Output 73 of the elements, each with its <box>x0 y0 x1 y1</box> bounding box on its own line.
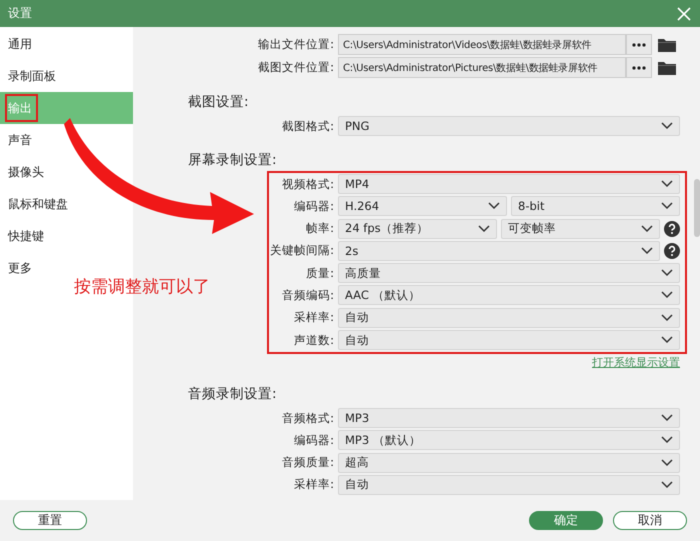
field-label: 帧率: <box>306 221 334 236</box>
field-label: 编码器: <box>294 198 334 213</box>
field-label: 音频质量: <box>282 455 334 470</box>
chevron-down-icon <box>661 436 673 444</box>
field-label: 关键帧间隔: <box>270 243 334 258</box>
dropdown[interactable]: 自动 <box>338 308 680 328</box>
sidebar-item[interactable]: 鼠标和键盘 <box>0 188 133 220</box>
chevron-down-icon <box>661 202 673 210</box>
dropdown[interactable]: 24 fps（推荐） <box>338 218 497 239</box>
dropdown[interactable]: 8-bit <box>511 196 680 216</box>
chevron-down-icon <box>641 224 653 233</box>
folder-icon[interactable] <box>658 38 676 52</box>
chevron-down-icon <box>661 458 673 467</box>
scrollbar[interactable] <box>694 179 700 237</box>
section-heading: 截图设置: <box>187 93 250 112</box>
field-label: 采样率: <box>294 477 334 492</box>
field-label: 输出文件位置: <box>258 37 334 51</box>
dropdown[interactable]: 可变帧率 <box>501 218 660 239</box>
dropdown[interactable]: 2s <box>338 240 660 261</box>
help-icon[interactable] <box>664 242 680 259</box>
dropdown[interactable]: MP4 <box>338 174 680 194</box>
dropdown[interactable]: AAC （默认） <box>338 285 680 306</box>
chevron-down-icon <box>661 122 673 130</box>
chevron-down-icon <box>661 314 673 322</box>
field-label: 编码器: <box>294 432 334 447</box>
chevron-down-icon <box>661 291 673 300</box>
chevron-down-icon <box>478 224 490 233</box>
section-heading: 音频录制设置: <box>187 385 278 404</box>
window-title: 设置 <box>8 5 32 22</box>
sidebar-item[interactable]: 摄像头 <box>0 156 133 188</box>
dropdown[interactable]: H.264 <box>338 196 507 216</box>
browse-button[interactable] <box>626 57 652 78</box>
help-icon[interactable] <box>664 220 680 237</box>
annotation-text: 按需调整就可以了 <box>74 276 210 298</box>
path-field[interactable]: C:\Users\Administrator\Videos\数据蛙\数据蛙录屏软件 <box>338 34 626 55</box>
chevron-down-icon <box>661 269 673 278</box>
sidebar-item[interactable]: 快捷键 <box>0 220 133 252</box>
field-label: 视频格式: <box>282 176 334 190</box>
sidebar-item[interactable]: 录制面板 <box>0 60 133 92</box>
annotation-box <box>5 94 38 122</box>
cancel-button[interactable]: 取消 <box>613 511 687 530</box>
field-label: 质量: <box>306 266 334 280</box>
sidebar-item[interactable]: 声音 <box>0 124 133 156</box>
dropdown[interactable]: MP3 （默认） <box>338 430 680 450</box>
dots-icon <box>632 66 646 70</box>
field-label: 采样率: <box>294 310 334 324</box>
dropdown[interactable]: 自动 <box>338 474 680 495</box>
dots-icon <box>632 42 646 46</box>
chevron-down-icon <box>661 336 673 344</box>
chevron-down-icon <box>641 246 653 255</box>
field-label: 截图文件位置: <box>258 60 334 74</box>
section-heading: 屏幕录制设置: <box>187 151 278 170</box>
chevron-down-icon <box>661 180 673 188</box>
close-icon[interactable] <box>676 6 692 22</box>
chevron-down-icon <box>661 480 673 489</box>
path-field[interactable]: C:\Users\Administrator\Pictures\数据蛙\数据蛙录屏软件 <box>338 57 626 78</box>
display-settings-link[interactable]: 打开系统显示设置 <box>592 355 680 370</box>
dropdown[interactable]: 高质量 <box>338 263 680 284</box>
field-label: 音频编码: <box>282 288 334 302</box>
dropdown[interactable]: 自动 <box>338 330 680 350</box>
dropdown[interactable]: MP3 <box>338 408 680 428</box>
dropdown[interactable]: PNG <box>338 116 680 136</box>
chevron-down-icon <box>661 414 673 422</box>
ok-button[interactable]: 确定 <box>529 511 603 530</box>
field-label: 截图格式: <box>282 118 334 132</box>
sidebar-item[interactable]: 通用 <box>0 28 133 60</box>
dropdown[interactable]: 超高 <box>338 452 680 473</box>
browse-button[interactable] <box>626 34 652 55</box>
field-label: 音频格式: <box>282 410 334 425</box>
chevron-down-icon <box>488 202 500 210</box>
reset-button[interactable]: 重置 <box>13 511 87 530</box>
folder-icon[interactable] <box>658 60 676 74</box>
field-label: 声道数: <box>294 332 334 347</box>
